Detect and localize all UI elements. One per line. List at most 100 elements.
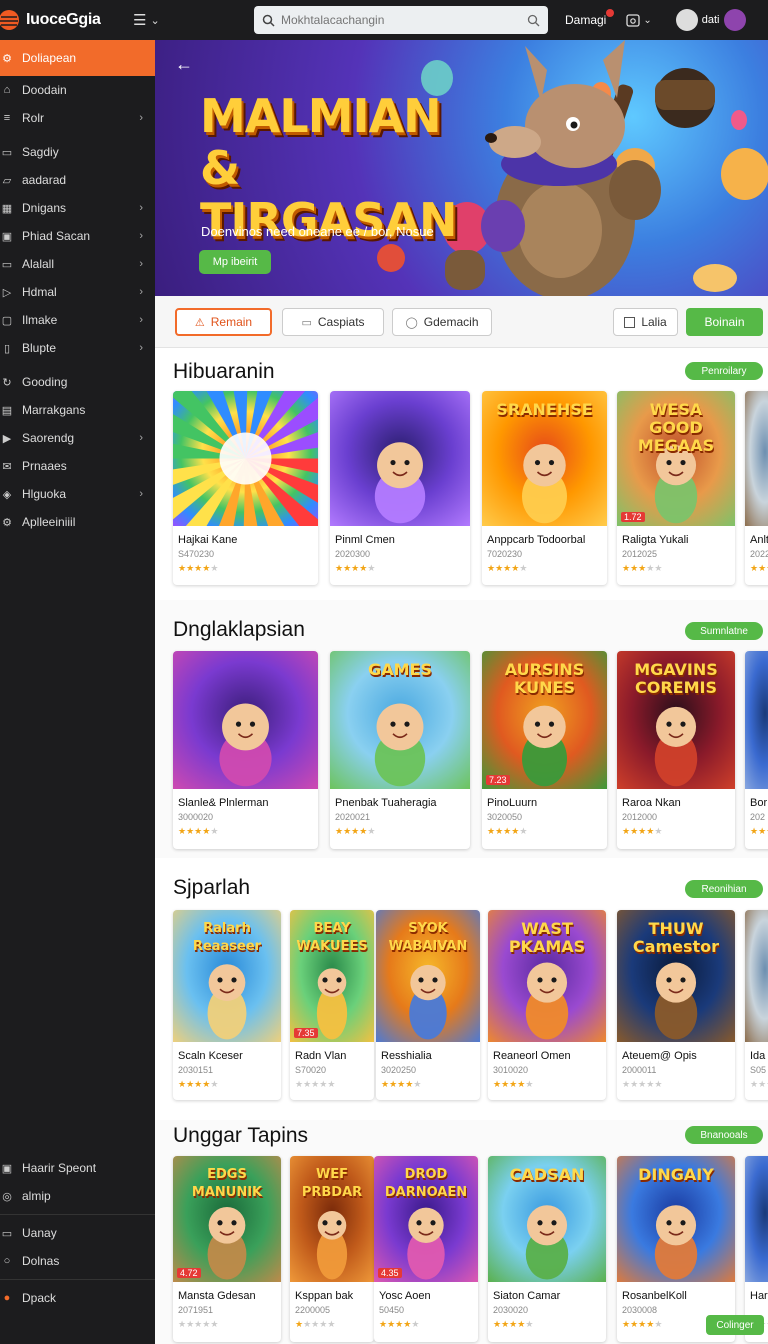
lalia-checkbox[interactable]: Lalia bbox=[613, 308, 678, 336]
game-title: Scaln Kceser bbox=[178, 1050, 243, 1062]
sidebar-item-1[interactable]: ⌂ Doodain bbox=[0, 76, 155, 104]
search-input[interactable] bbox=[281, 13, 527, 27]
game-thumbnail-title: SYOK WABAIVAN bbox=[388, 921, 468, 954]
sidebar-item-8[interactable]: ▷ Hdmal › bbox=[0, 278, 155, 306]
game-card[interactable]: AURSINS KUNES 7.23 PinoLuurn 3020050 ★★★★★ bbox=[482, 651, 607, 849]
sidebar-item-10[interactable]: ▯ Blupte › bbox=[0, 334, 155, 362]
home-icon: ⌂ bbox=[3, 84, 11, 96]
sidebar-item-label: Doliapean bbox=[22, 51, 77, 65]
game-meta: 7020230 bbox=[487, 549, 523, 559]
chevron-right-icon: › bbox=[139, 342, 143, 354]
sidebar-item-label: Blupte bbox=[22, 341, 57, 355]
game-card[interactable]: MGAVINS COREMIS Raroa Nkan 2012000 ★★★★★ bbox=[617, 651, 735, 849]
filter-gdemacih-label: Gdemacih bbox=[423, 315, 479, 329]
star-icon: ★ bbox=[210, 563, 219, 573]
game-card[interactable]: DROD DARNOAEN 4.35 Yosc Aoen 50450 ★★★★★ bbox=[374, 1156, 478, 1342]
sidebar-item-3[interactable]: ▭ Sagdiy bbox=[0, 138, 155, 166]
section-see-all-button[interactable]: Reonihian bbox=[685, 880, 763, 898]
user-menu[interactable]: dati bbox=[675, 9, 746, 31]
game-meta: 50450 bbox=[379, 1305, 405, 1315]
image-icon: ▣ bbox=[1, 230, 13, 243]
sidebar-item-5[interactable]: ▦ Dnigans › bbox=[0, 194, 155, 222]
game-card[interactable]: Hajkai Kane S470230 ★★★★★ bbox=[173, 391, 318, 585]
sidebar-bottom-item-3[interactable]: ○ Dolnas bbox=[0, 1247, 155, 1275]
game-card[interactable]: EDGS MANUNIK 4.72 Mansta Gdesan 2071951 ★★★★… bbox=[173, 1156, 281, 1342]
game-card[interactable]: WESA GOOD MEGAAS 1.72 Raligta Yukali 201202… bbox=[617, 391, 735, 585]
star-icon: ★ bbox=[654, 563, 663, 573]
app-logo[interactable]: IuoceGgia bbox=[0, 9, 155, 31]
sidebar-item-9[interactable]: ▢ Ilmake › bbox=[0, 306, 155, 334]
game-card[interactable]: GAMES Pnenbak Tuaheragia 2020021 ★★★★★ bbox=[330, 651, 470, 849]
sidebar-item-16[interactable]: ⚙ Aplleeiniiil bbox=[0, 508, 155, 536]
sidebar-item-4[interactable]: ▱ aadarad bbox=[0, 166, 155, 194]
star-icon: ★ bbox=[210, 826, 219, 836]
sidebar-item-13[interactable]: ▶ Saorendg › bbox=[0, 424, 155, 452]
game-card[interactable]: BEAY WAKUEES 7.35 Radn Vlan S70020 ★★★★★ bbox=[290, 910, 374, 1100]
game-thumbnail-title: EDGS MANUNIK bbox=[191, 1167, 263, 1200]
game-card[interactable]: Bor 202 ★★★★★ bbox=[745, 651, 768, 849]
boinain-button[interactable]: Boinain bbox=[686, 308, 763, 336]
notifications-button[interactable]: Damagi bbox=[565, 9, 615, 27]
sidebar-item-7[interactable]: ▭ Alalall › bbox=[0, 250, 155, 278]
search-submit-icon[interactable] bbox=[527, 14, 540, 27]
game-title: Pinml Cmen bbox=[335, 534, 395, 546]
game-card[interactable]: WEF PRBDAR Ksppan bak 2200005 ★★★★★ bbox=[290, 1156, 374, 1342]
game-meta: 3000020 bbox=[178, 812, 214, 822]
game-card[interactable]: Ralarh Reaaseer Scaln Kceser 2030151 ★★★★★ bbox=[173, 910, 281, 1100]
menu-toggle-button[interactable]: ☰ ⌄ bbox=[133, 11, 160, 29]
section-see-all-button[interactable]: Sumnlatne bbox=[685, 622, 763, 640]
game-thumbnail-image bbox=[745, 910, 768, 1042]
chevron-right-icon: › bbox=[139, 258, 143, 270]
game-thumbnail-title: CADSAN bbox=[509, 1165, 585, 1184]
sidebar-item-0[interactable]: ⚙ Doliapean bbox=[0, 40, 155, 76]
floating-action-button[interactable]: Colinger bbox=[706, 1315, 764, 1335]
chevron-down-icon: ⌄ bbox=[643, 14, 652, 26]
lalia-checkbox-label: Lalia bbox=[641, 315, 667, 329]
section-title: Sjparlah bbox=[173, 876, 251, 899]
game-title: Siaton Camar bbox=[493, 1290, 561, 1302]
filter-gdemacih-button[interactable]: ◯ Gdemacih bbox=[392, 308, 492, 336]
star-icon: ★ bbox=[622, 1079, 631, 1089]
game-card[interactable]: CADSAN Siaton Camar 2030020 ★★★★★ bbox=[488, 1156, 606, 1342]
game-card[interactable]: Pinml Cmen 2020300 ★★★★★ bbox=[330, 391, 470, 585]
game-card[interactable]: Slanle& Plnlerman 3000020 ★★★★★ bbox=[173, 651, 318, 849]
star-rating: ★★★★★ bbox=[622, 826, 662, 837]
sidebar-item-12[interactable]: ▤ Marrakgans bbox=[0, 396, 155, 424]
sidebar-item-15[interactable]: ◈ Hlguoka › bbox=[0, 480, 155, 508]
game-card[interactable]: Anlt 2022 ★★★★★ bbox=[745, 391, 768, 585]
star-rating: ★★★★★ bbox=[295, 1079, 335, 1090]
star-rating: ★★★★★ bbox=[295, 1319, 335, 1330]
display-icon bbox=[626, 13, 641, 27]
hero-cta-button[interactable]: Mp ibeirit bbox=[199, 250, 271, 274]
sidebar-item-14[interactable]: ✉ Prnaaes bbox=[0, 452, 155, 480]
sidebar-bottom-item-0[interactable]: ▣ Haarir Speont bbox=[0, 1154, 155, 1182]
filter-remain-button[interactable]: ⚠ Remain bbox=[175, 308, 272, 336]
search-bar[interactable] bbox=[254, 6, 548, 34]
game-card[interactable]: Ida S05 ★★★★★ bbox=[745, 910, 768, 1100]
back-arrow-icon[interactable]: ← bbox=[175, 54, 193, 75]
game-card[interactable]: THUW Camestor Ateuem@ Opis 2000011 ★★★★★ bbox=[617, 910, 735, 1100]
game-card[interactable]: SRANEHSE Anppcarb Todoorbal 7020230 ★★★★★ bbox=[482, 391, 607, 585]
logo-icon bbox=[0, 10, 19, 30]
sidebar-bottom-item-2[interactable]: ▭ Uanay bbox=[0, 1219, 155, 1247]
section-see-all-button[interactable]: Bnanooals bbox=[685, 1126, 763, 1144]
sidebar-item-2[interactable]: ≡ Rolr › bbox=[0, 104, 155, 132]
star-rating: ★★★★★ bbox=[335, 563, 375, 574]
star-icon: ★ bbox=[327, 1079, 336, 1089]
sidebar-item-11[interactable]: ↻ Gooding bbox=[0, 368, 155, 396]
game-card[interactable]: WAST PKAMAS Reaneorl Omen 3010020 ★★★★★ bbox=[488, 910, 606, 1100]
game-section-0: Hibuaranin Penroilary Hajkai Kane S470230 ★★… bbox=[155, 348, 768, 600]
filter-caspiats-button[interactable]: ▭ Caspiats bbox=[282, 308, 384, 336]
game-meta: S70020 bbox=[295, 1065, 327, 1075]
game-card[interactable]: SYOK WABAIVAN Resshialia 3020250 ★★★★★ bbox=[376, 910, 480, 1100]
star-icon: ★ bbox=[630, 1319, 639, 1329]
star-rating: ★★★★★ bbox=[750, 826, 768, 837]
sidebar-bottom-item-1[interactable]: ◎ almip bbox=[0, 1182, 155, 1210]
game-meta: 2012025 bbox=[622, 549, 658, 559]
display-menu-button[interactable]: ⌄ bbox=[626, 13, 652, 27]
sidebar-bottom-item-4[interactable]: ● Dpack bbox=[0, 1284, 155, 1312]
section-see-all-button[interactable]: Penroilary bbox=[685, 362, 763, 380]
sidebar-item-6[interactable]: ▣ Phiad Sacan › bbox=[0, 222, 155, 250]
star-icon: ★ bbox=[501, 1319, 510, 1329]
star-icon: ★ bbox=[622, 826, 631, 836]
